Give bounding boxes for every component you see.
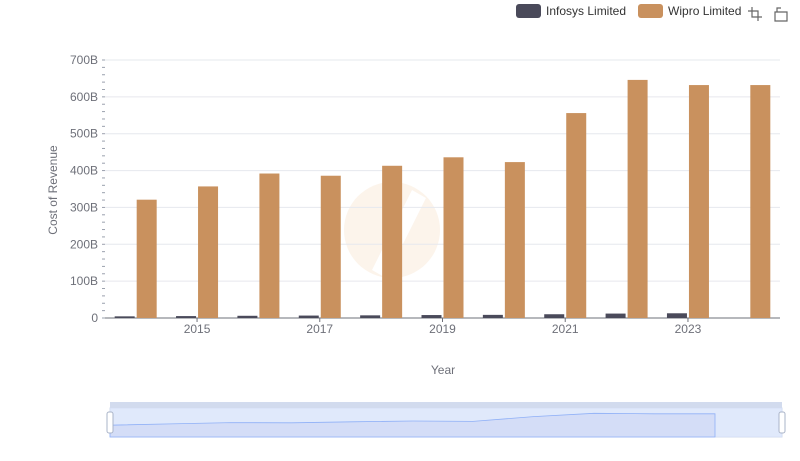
legend-item-infosys[interactable]: Infosys Limited (516, 4, 626, 18)
bar-infosys-2021 (544, 314, 565, 318)
legend-label-infosys: Infosys Limited (546, 4, 627, 18)
toolbox (747, 6, 789, 22)
bar-infosys-2018 (360, 315, 381, 318)
x-tick-label: 2017 (306, 322, 333, 336)
data-zoom-slider[interactable] (106, 402, 786, 438)
bar-wipro-2018 (382, 165, 403, 318)
bar-wipro-2019 (443, 157, 464, 318)
bar-wipro-2017 (320, 175, 341, 318)
y-tick-label: 200B (70, 237, 98, 251)
y-tick-label: 600B (70, 90, 98, 104)
restore-icon[interactable] (773, 6, 789, 22)
bar-infosys-2015 (176, 316, 197, 318)
y-tick-label: 400B (70, 164, 98, 178)
bar-wipro-2022 (627, 79, 648, 318)
x-tick-label: 2021 (552, 322, 579, 336)
bar-wipro-2024 (750, 85, 771, 318)
x-tick-label: 2015 (184, 322, 211, 336)
bar-wipro-2016 (259, 173, 280, 318)
legend: Infosys Limited Wipro Limited (516, 4, 747, 18)
legend-label-wipro: Wipro Limited (668, 4, 742, 18)
zoom-icon[interactable] (747, 6, 763, 22)
x-tick-label: 2023 (675, 322, 702, 336)
x-tick-label: 2019 (429, 322, 456, 336)
x-axis-title: Year (431, 363, 455, 377)
bar-infosys-2023 (666, 313, 687, 318)
legend-swatch-infosys (516, 4, 541, 18)
chart: 0100B200B300B400B500B600B700B 2015 2017 20… (46, 53, 786, 438)
bar-wipro-2020 (504, 162, 525, 318)
bar-infosys-2014 (114, 316, 135, 318)
slider-handle-left[interactable] (106, 411, 114, 434)
y-tick-label: 500B (70, 127, 98, 141)
x-axis-ticks: 2015 2017 2019 2021 2023 (184, 318, 702, 336)
bar-infosys-2019 (421, 315, 442, 318)
legend-item-wipro[interactable]: Wipro Limited (638, 4, 741, 18)
y-tick-label: 300B (70, 200, 98, 214)
bar-infosys-2022 (605, 313, 626, 318)
bar-wipro-2014 (136, 199, 157, 318)
y-tick-label: 700B (70, 53, 98, 67)
y-tick-label: 0 (91, 311, 98, 325)
bar-wipro-2023 (688, 85, 709, 318)
y-axis-ticks: 0 100B 200B 300B 400B 500B 600B 700B (70, 53, 98, 325)
slider-top-bar[interactable] (110, 402, 782, 408)
y-tick-label: 100B (70, 274, 98, 288)
bar-wipro-2021 (566, 113, 587, 319)
y-axis-title: Cost of Revenue (46, 145, 60, 235)
slider-handle-right[interactable] (778, 411, 786, 434)
bar-wipro-2015 (198, 186, 219, 318)
bar-infosys-2017 (298, 315, 319, 318)
bar-infosys-2016 (237, 315, 258, 318)
bars (114, 79, 771, 319)
legend-swatch-wipro (638, 4, 664, 18)
bar-infosys-2020 (482, 314, 503, 318)
